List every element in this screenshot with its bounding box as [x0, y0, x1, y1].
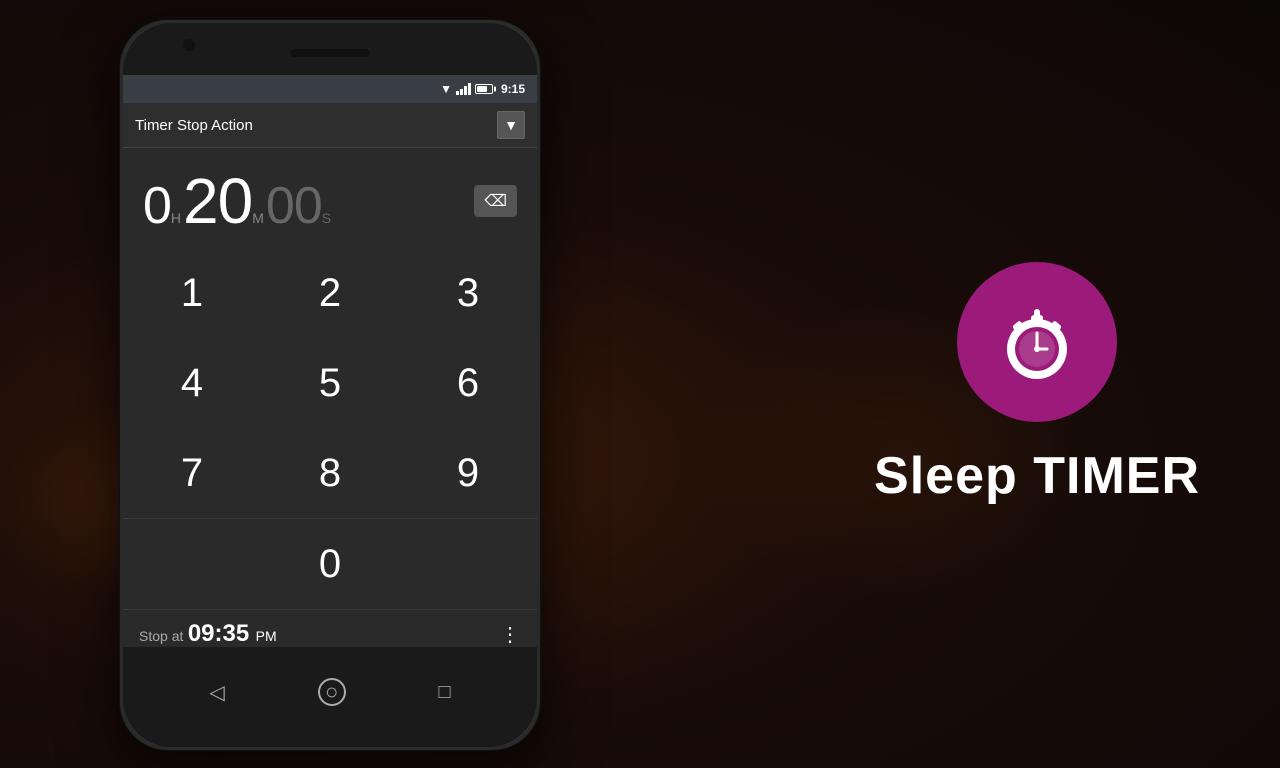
chevron-down-icon: ▼	[504, 117, 518, 133]
dropdown-arrow-btn[interactable]: ▼	[497, 111, 525, 139]
app-name-regular: Sleep	[874, 447, 1033, 505]
wifi-icon: ▼	[440, 82, 452, 96]
timer-seconds: 00	[266, 176, 322, 236]
dropdown-label: Timer Stop Action	[135, 117, 253, 134]
timer-minutes: 20	[183, 164, 252, 238]
backspace-button[interactable]: ⌫	[474, 185, 517, 217]
numpad-btn-2[interactable]: 2	[261, 248, 399, 338]
status-bar: ▼ 9:15	[123, 75, 537, 103]
stop-at-label: Stop at	[139, 628, 183, 644]
numpad-btn-3[interactable]: 3	[399, 248, 537, 338]
dropdown-bar[interactable]: Timer Stop Action ▼	[123, 103, 537, 148]
status-icons: ▼ 9:15	[440, 82, 525, 96]
status-time: 9:15	[501, 82, 525, 96]
stop-at-time: 09:35	[188, 620, 249, 647]
timer-main: 0 H 20 M 00 S	[143, 164, 474, 238]
phone-device: ▼ 9:15 Timer Stop Ac	[120, 20, 540, 750]
timer-hours: 0	[143, 176, 171, 236]
minutes-label: M	[252, 210, 264, 226]
hours-label: H	[171, 210, 181, 226]
phone-wrapper: ▼ 9:15 Timer Stop Ac	[120, 20, 540, 750]
app-name: Sleep TIMER	[874, 446, 1200, 506]
numpad-btn-7[interactable]: 7	[123, 428, 261, 518]
phone-camera	[183, 39, 195, 51]
app-icon	[957, 262, 1117, 422]
numpad-btn-1[interactable]: 1	[123, 248, 261, 338]
numpad-btn-5[interactable]: 5	[261, 338, 399, 428]
numpad-btn-9[interactable]: 9	[399, 428, 537, 518]
stop-at-container: Stop at 09:35 PM	[139, 620, 277, 647]
timer-display: 0 H 20 M 00 S ⌫	[123, 148, 537, 248]
seconds-label: S	[322, 210, 331, 226]
numpad-btn-0[interactable]: 0	[261, 519, 399, 609]
phone-nav-bar: ◁ ○ □	[123, 647, 537, 747]
phone-speaker	[290, 49, 370, 57]
battery-icon	[475, 84, 493, 94]
phone-top-bar	[123, 23, 537, 75]
stopwatch-icon	[992, 297, 1082, 387]
nav-home-button[interactable]: ○	[318, 678, 346, 706]
backspace-icon: ⌫	[484, 191, 507, 211]
nav-back-button[interactable]: ◁	[209, 680, 224, 705]
numpad-btn-4[interactable]: 4	[123, 338, 261, 428]
numpad-btn-6[interactable]: 6	[399, 338, 537, 428]
numpad: 1 2 3 4 5 6 7 8 9 0	[123, 248, 537, 609]
numpad-btn-8[interactable]: 8	[261, 428, 399, 518]
bottom-info-bar: Stop at 09:35 PM ⋮	[123, 609, 537, 647]
phone-screen: ▼ 9:15 Timer Stop Ac	[123, 75, 537, 647]
nav-recent-button[interactable]: □	[438, 681, 450, 704]
stop-at-ampm: PM	[256, 628, 277, 644]
app-name-bold: TIMER	[1033, 447, 1200, 505]
signal-icon	[456, 83, 471, 95]
app-branding: Sleep TIMER	[874, 262, 1200, 506]
more-options-button[interactable]: ⋮	[500, 622, 521, 647]
